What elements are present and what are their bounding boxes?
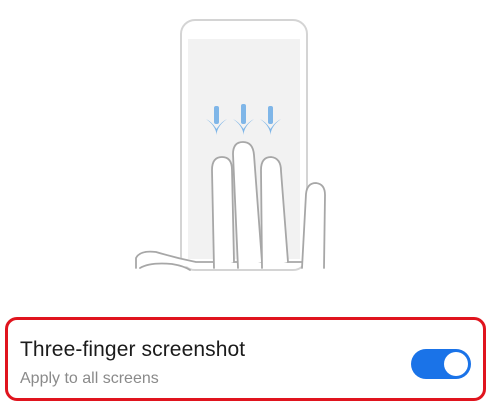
three-finger-screenshot-setting-row[interactable]: Three-finger screenshot Apply to all scr… bbox=[5, 317, 486, 401]
three-finger-screenshot-toggle[interactable] bbox=[411, 349, 471, 379]
three-finger-screenshot-settings-page: Three-finger screenshot Apply to all scr… bbox=[0, 0, 490, 406]
swipe-down-arrows-icon bbox=[206, 104, 281, 135]
setting-title: Three-finger screenshot bbox=[20, 338, 246, 361]
three-finger-swipe-illustration bbox=[135, 19, 326, 271]
setting-subtitle: Apply to all screens bbox=[20, 370, 159, 387]
toggle-knob bbox=[444, 352, 468, 376]
